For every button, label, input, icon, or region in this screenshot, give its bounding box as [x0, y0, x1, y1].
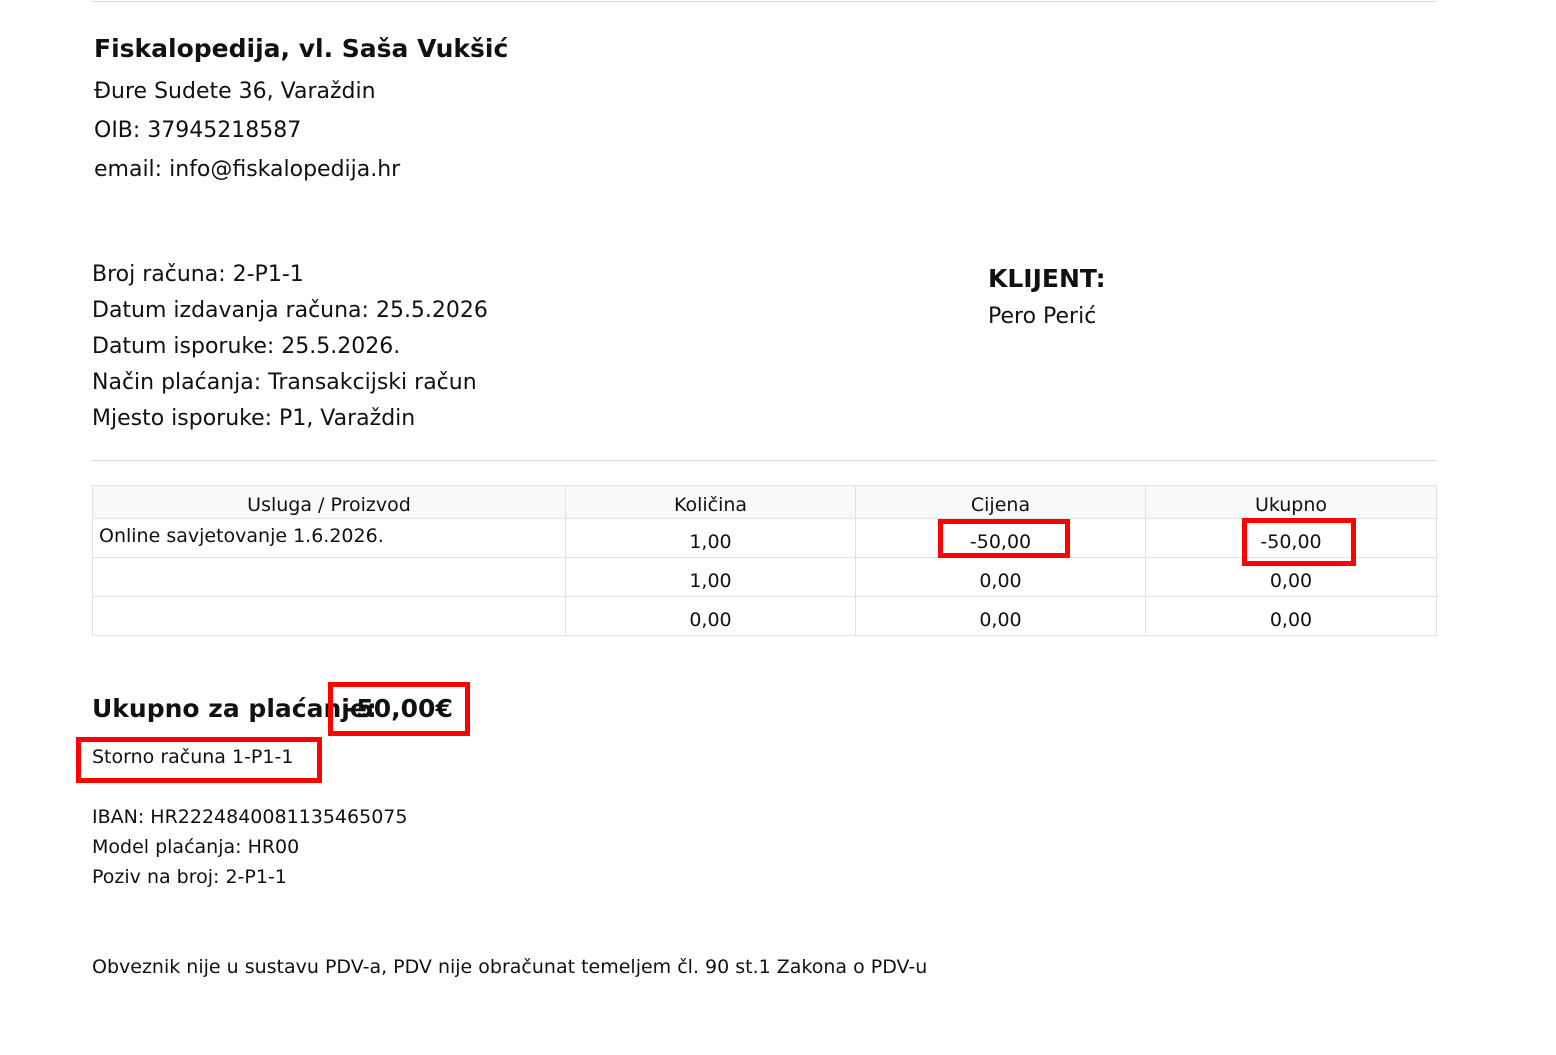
company-address: Đure Sudete 36, Varaždin — [94, 79, 376, 104]
invoice-issue-date: Datum izdavanja računa: 25.5.2026 — [92, 298, 488, 323]
vat-note: Obveznik nije u sustavu PDV-a, PDV nije … — [92, 956, 928, 978]
row-product — [92, 596, 566, 636]
payment-iban: IBAN: HR2224840081135465075 — [92, 806, 408, 828]
table-row: 1,00 0,00 0,00 — [92, 557, 1437, 597]
client-label: KLIJENT: — [988, 264, 1106, 293]
highlight-storno-box — [76, 737, 322, 783]
row-quantity: 1,00 — [565, 557, 856, 597]
invoice-number: Broj računa: 2-P1-1 — [92, 262, 304, 287]
table-header-row: Usluga / Proizvod Količina Cijena Ukupno — [92, 485, 1437, 519]
table-row: Online savjetovanje 1.6.2026. 1,00 -50,0… — [92, 518, 1437, 558]
row-quantity: 0,00 — [565, 596, 856, 636]
invoice-delivery-place: Mjesto isporuke: P1, Varaždin — [92, 406, 416, 431]
row-product — [92, 557, 566, 597]
payment-reference: Poziv na broj: 2-P1-1 — [92, 866, 287, 888]
row-total: 0,00 — [1145, 596, 1437, 636]
client-name: Pero Perić — [988, 304, 1097, 329]
highlight-price-box — [938, 519, 1070, 558]
header-quantity: Količina — [565, 485, 856, 519]
highlight-total-box — [1242, 518, 1356, 566]
header-price: Cijena — [855, 485, 1146, 519]
company-oib: OIB: 37945218587 — [94, 118, 302, 143]
header-product: Usluga / Proizvod — [92, 485, 566, 519]
row-product: Online savjetovanje 1.6.2026. — [92, 518, 566, 558]
company-email: email: info@fiskalopedija.hr — [94, 157, 401, 182]
table-row: 0,00 0,00 0,00 — [92, 596, 1437, 636]
top-divider — [92, 1, 1436, 2]
invoice-delivery-date: Datum isporuke: 25.5.2026. — [92, 334, 401, 359]
header-total: Ukupno — [1145, 485, 1437, 519]
row-quantity: 1,00 — [565, 518, 856, 558]
row-price: 0,00 — [855, 596, 1146, 636]
payment-model: Model plaćanja: HR00 — [92, 836, 300, 858]
items-table: Usluga / Proizvod Količina Cijena Ukupno… — [92, 485, 1437, 636]
invoice-payment-method: Način plaćanja: Transakcijski račun — [92, 370, 477, 395]
company-name: Fiskalopedija, vl. Saša Vukšić — [94, 34, 509, 63]
details-divider — [92, 460, 1436, 461]
row-price: 0,00 — [855, 557, 1146, 597]
highlight-amount-due-box — [328, 682, 470, 736]
